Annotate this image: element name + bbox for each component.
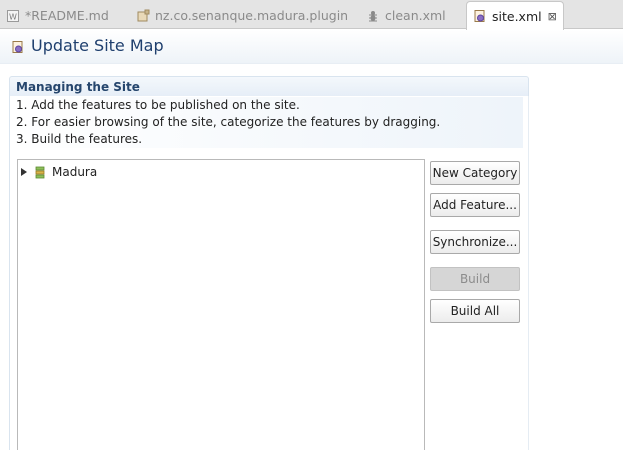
- step-3-text: 3. Build the features.: [16, 132, 143, 146]
- build-button[interactable]: Build: [430, 267, 520, 291]
- new-category-button[interactable]: New Category: [430, 161, 520, 185]
- tab-label: clean.xml: [385, 8, 446, 23]
- markdown-file-icon: W: [7, 9, 19, 22]
- page-title: Update Site Map: [31, 36, 164, 55]
- tab-site-xml[interactable]: site.xml ⊠: [466, 1, 564, 30]
- build-all-button[interactable]: Build All: [430, 299, 520, 323]
- category-icon: [35, 166, 45, 178]
- tree-item-madura[interactable]: Madura: [21, 164, 97, 180]
- add-feature-button[interactable]: Add Feature...: [430, 193, 520, 217]
- close-tab-icon[interactable]: ⊠: [548, 10, 557, 23]
- expand-arrow-icon[interactable]: [21, 168, 27, 176]
- step-2-text: 2. For easier browsing of the site, cate…: [16, 115, 441, 129]
- ant-file-icon: [369, 10, 377, 21]
- tree-item-label: Madura: [52, 165, 98, 179]
- tab-clean-xml[interactable]: clean.xml: [366, 2, 446, 29]
- step-1-text: 1. Add the features to be published on t…: [16, 98, 300, 112]
- svg-text:W: W: [9, 12, 17, 21]
- form-header: Update Site Map: [0, 30, 623, 64]
- plugin-icon: [137, 9, 150, 21]
- section-header: Managing the Site: [9, 76, 529, 96]
- tab-label: site.xml: [492, 8, 542, 24]
- editor-tab-bar: W *README.md nz.co.senanque.madura.plugi…: [0, 0, 623, 30]
- tab-plugin[interactable]: nz.co.senanque.madura.plugin: [136, 2, 348, 29]
- tab-readme[interactable]: W *README.md: [6, 2, 109, 29]
- section-title: Managing the Site: [16, 80, 140, 94]
- tab-label: nz.co.senanque.madura.plugin: [155, 8, 349, 23]
- site-file-icon: [474, 10, 485, 22]
- site-map-icon: [12, 41, 23, 53]
- synchronize-button[interactable]: Synchronize...: [430, 230, 520, 254]
- feature-tree[interactable]: Madura: [17, 159, 425, 450]
- tab-label: *README.md: [25, 8, 109, 23]
